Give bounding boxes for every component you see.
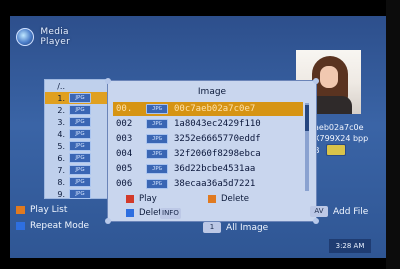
bottom-right-legend: INFO AV Add File 1 All Image bbox=[160, 206, 390, 240]
all-image-legend[interactable]: 1 All Image bbox=[203, 222, 268, 233]
jpg-badge: JPG bbox=[69, 153, 91, 163]
repeat-mode-legend[interactable]: Repeat Mode bbox=[16, 221, 89, 231]
play-action[interactable]: Play bbox=[126, 194, 157, 204]
list-item[interactable]: 7. JPG bbox=[45, 164, 107, 176]
jpg-badge: JPG bbox=[146, 134, 168, 144]
dialog-file-list: 00. JPG 00c7aeb02a7c0e7 002 JPG 1a8043ec… bbox=[113, 102, 303, 192]
list-item-num: 4. bbox=[57, 129, 65, 139]
list-item[interactable]: 2. JPG bbox=[45, 104, 107, 116]
dialog-list-item[interactable]: 00. JPG 00c7aeb02a7c0e7 bbox=[113, 102, 303, 116]
repeat-mode-label: Repeat Mode bbox=[30, 221, 90, 231]
list-item-num: 8. bbox=[57, 177, 65, 187]
orange-key-icon bbox=[16, 206, 25, 214]
app-title: Media Player bbox=[40, 27, 71, 47]
dialog-item-index: 003 bbox=[116, 134, 133, 144]
add-file-legend[interactable]: AV Add File bbox=[310, 206, 368, 217]
dialog-item-name: 36d22bcbe4531aa bbox=[174, 164, 256, 174]
dialog-item-name: 1a8043ec2429f110 bbox=[174, 119, 261, 129]
blue-key-icon bbox=[16, 222, 25, 230]
dialog-item-name: 00c7aeb02a7c0e7 bbox=[174, 104, 256, 114]
media-player-icon bbox=[16, 28, 35, 46]
dialog-scroll-thumb[interactable] bbox=[305, 105, 309, 131]
list-item-num: 9. bbox=[57, 189, 65, 199]
list-header-label: /.. bbox=[57, 81, 65, 91]
left-file-list: /.. 1. JPG 2. JPG 3. JPG 4. JPG 5. JPG 6… bbox=[44, 79, 108, 199]
dialog-item-name: 38ecaa36a5d7221 bbox=[174, 179, 256, 189]
bottom-left-legend: Play List Repeat Mode bbox=[16, 205, 156, 239]
image-size-row: B bbox=[314, 144, 380, 156]
list-item[interactable]: 3. JPG bbox=[45, 116, 107, 128]
jpg-badge: JPG bbox=[69, 93, 91, 103]
av-key: AV bbox=[310, 206, 328, 217]
dialog-list-item[interactable]: 004 JPG 32f2060f8298ebca bbox=[113, 147, 303, 161]
image-info: aeb02a7c0e X799X24 bpp B bbox=[314, 122, 380, 174]
app-titlebar: Media Player bbox=[16, 27, 86, 47]
info-fragment: INFO bbox=[160, 208, 181, 219]
jpg-badge: JPG bbox=[146, 119, 168, 129]
dialog-list-item[interactable]: 002 JPG 1a8043ec2429f110 bbox=[113, 117, 303, 131]
all-image-label: All Image bbox=[226, 222, 269, 233]
dialog-list-item[interactable]: 003 JPG 3252e6665770eddf bbox=[113, 132, 303, 146]
list-item-num: 5. bbox=[57, 141, 65, 151]
dialog-list-item[interactable]: 005 JPG 36d22bcbe4531aa bbox=[113, 162, 303, 176]
clock: 3:28 AM bbox=[329, 239, 371, 253]
dialog-item-index: 004 bbox=[116, 149, 133, 159]
list-item[interactable]: 1. JPG bbox=[45, 92, 107, 104]
list-item-num: 3. bbox=[57, 117, 65, 127]
list-item-num: 2. bbox=[57, 105, 65, 115]
jpg-badge: JPG bbox=[146, 179, 168, 189]
image-dialog: Image 00. JPG 00c7aeb02a7c0e7 002 JPG 1a… bbox=[105, 78, 319, 224]
image-filename: aeb02a7c0e bbox=[314, 123, 364, 132]
list-item[interactable]: 5. JPG bbox=[45, 140, 107, 152]
delete-action[interactable]: Delete bbox=[208, 194, 249, 204]
dialog-scrollbar[interactable] bbox=[305, 103, 309, 191]
jpg-badge: JPG bbox=[69, 189, 91, 199]
dialog-item-index: 006 bbox=[116, 179, 133, 189]
list-item[interactable]: 9. JPG bbox=[45, 188, 107, 200]
play-label: Play bbox=[139, 194, 157, 204]
jpg-badge: JPG bbox=[69, 177, 91, 187]
play-list-legend[interactable]: Play List bbox=[16, 205, 67, 215]
delete-label: Delete bbox=[221, 194, 249, 204]
dialog-item-index: 005 bbox=[116, 164, 133, 174]
jpg-badge: JPG bbox=[146, 104, 168, 114]
one-key: 1 bbox=[203, 222, 221, 233]
list-item[interactable]: 4. JPG bbox=[45, 128, 107, 140]
add-file-label: Add File bbox=[333, 206, 369, 217]
list-item-num: 7. bbox=[57, 165, 65, 175]
list-item[interactable]: 8. JPG bbox=[45, 176, 107, 188]
play-list-label: Play List bbox=[30, 205, 68, 215]
jpg-badge: JPG bbox=[146, 149, 168, 159]
dialog-list-item[interactable]: 006 JPG 38ecaa36a5d7221 bbox=[113, 177, 303, 191]
dialog-item-name: 3252e6665770eddf bbox=[174, 134, 261, 144]
list-item[interactable]: 6. JPG bbox=[45, 152, 107, 164]
preview-face bbox=[320, 66, 338, 88]
dialog-item-index: 00. bbox=[116, 104, 133, 114]
red-key-icon bbox=[126, 195, 134, 203]
dialog-item-index: 002 bbox=[116, 119, 133, 129]
image-resolution: X799X24 bpp bbox=[314, 134, 369, 143]
list-item-num: 6. bbox=[57, 153, 65, 163]
list-item-num: 1. bbox=[57, 93, 65, 103]
info-key: INFO bbox=[160, 208, 181, 219]
folder-icon bbox=[325, 144, 346, 156]
dialog-title: Image bbox=[197, 87, 227, 97]
dialog-corner bbox=[105, 78, 111, 84]
jpg-badge: JPG bbox=[69, 165, 91, 175]
jpg-badge: JPG bbox=[146, 164, 168, 174]
dialog-item-name: 32f2060f8298ebca bbox=[174, 149, 261, 159]
jpg-badge: JPG bbox=[69, 105, 91, 115]
jpg-badge: JPG bbox=[69, 141, 91, 151]
list-header[interactable]: /.. bbox=[45, 80, 107, 92]
orange-key-icon bbox=[208, 195, 216, 203]
dialog-corner bbox=[313, 78, 319, 84]
jpg-badge: JPG bbox=[69, 129, 91, 139]
jpg-badge: JPG bbox=[69, 117, 91, 127]
